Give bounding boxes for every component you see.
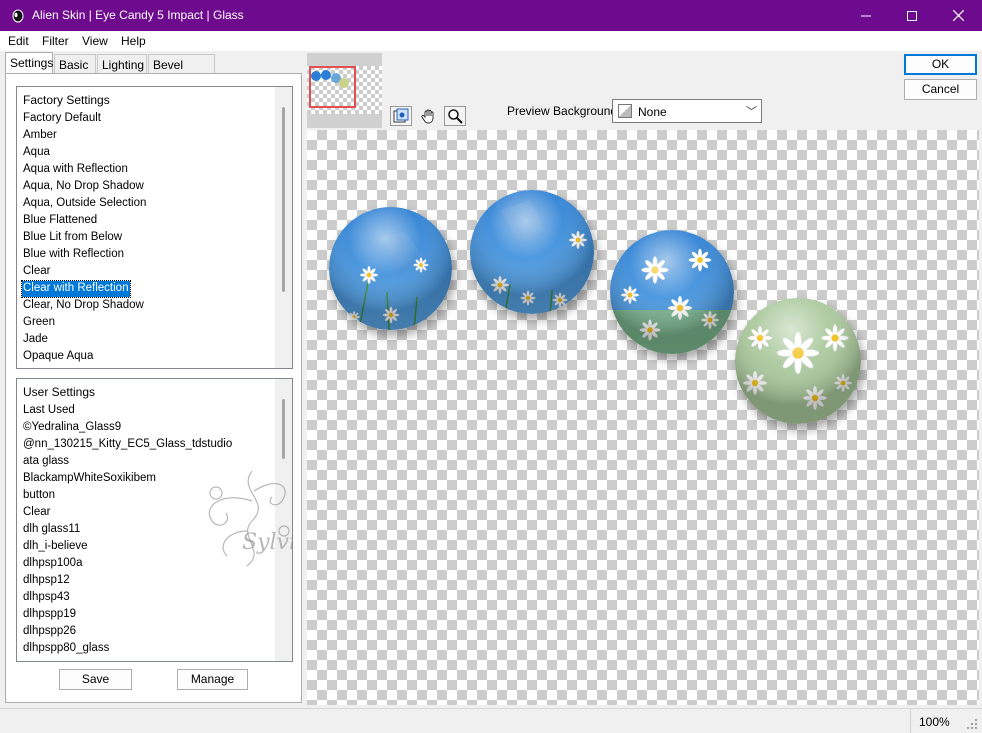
- list-item[interactable]: Aqua with Reflection: [22, 162, 130, 178]
- list-item[interactable]: Blue Flattened: [22, 213, 99, 229]
- user-settings-header: User Settings: [23, 385, 96, 399]
- status-bar: 100%: [0, 708, 982, 733]
- glass-globe-3: [610, 230, 734, 354]
- list-item[interactable]: dlhpspp80_glass: [22, 641, 111, 657]
- list-item[interactable]: @nn_130215_Kitty_EC5_Glass_tdstudio: [22, 437, 234, 453]
- list-item[interactable]: button: [22, 488, 57, 504]
- hand-pan-icon: [421, 109, 434, 124]
- list-item[interactable]: Aqua, Outside Selection: [22, 196, 148, 212]
- list-item[interactable]: Aqua, No Drop Shadow: [22, 179, 146, 195]
- preview-background-value: None: [638, 105, 667, 119]
- close-icon: [952, 10, 964, 21]
- list-item[interactable]: Last Used: [22, 403, 77, 419]
- chevron-down-icon: ﹀: [746, 106, 757, 118]
- maximize-button[interactable]: [889, 0, 935, 31]
- menu-help[interactable]: Help: [121, 34, 146, 48]
- list-item[interactable]: Blue Lit from Below: [22, 230, 124, 246]
- navigate-preview-icon: [393, 108, 409, 123]
- list-item[interactable]: BlackampWhiteSoxikibem: [22, 471, 158, 487]
- scrollbar-thumb[interactable]: [282, 107, 285, 292]
- list-item[interactable]: dlhpsp12: [22, 573, 72, 589]
- list-item[interactable]: Blue with Reflection: [22, 247, 126, 263]
- glass-globe-1: [329, 207, 452, 330]
- maximize-icon: [907, 10, 917, 21]
- tab-basic[interactable]: Basic: [54, 54, 96, 74]
- save-button[interactable]: Save: [59, 669, 132, 690]
- watermark-flourish: Sylviane: [208, 470, 293, 567]
- preview-canvas[interactable]: [307, 130, 979, 705]
- close-button[interactable]: [935, 0, 981, 31]
- tab-lighting[interactable]: Lighting: [97, 54, 147, 74]
- menu-filter[interactable]: Filter: [42, 34, 69, 48]
- resize-grip-icon[interactable]: [966, 718, 978, 730]
- factory-settings-list[interactable]: Factory Settings Factory Default Amber Aqu…: [16, 86, 293, 369]
- alien-skin-app-icon: [12, 9, 24, 23]
- list-item[interactable]: dlhpsp100a: [22, 556, 84, 572]
- menu-view[interactable]: View: [82, 34, 108, 48]
- list-item[interactable]: dlh_i-believe: [22, 539, 90, 555]
- navigate-preview-button[interactable]: [390, 106, 412, 126]
- hand-pan-button[interactable]: [418, 106, 440, 126]
- list-item[interactable]: dlhpsp43: [22, 590, 72, 606]
- list-item[interactable]: Green: [22, 315, 57, 331]
- menu-edit[interactable]: Edit: [8, 34, 29, 48]
- list-item[interactable]: dlhpspp26: [22, 624, 78, 640]
- menu-bar: Edit Filter View Help: [0, 31, 982, 51]
- list-item[interactable]: Clear: [22, 505, 52, 521]
- navigator-viewport-rect[interactable]: [309, 66, 356, 108]
- minimize-icon: [861, 15, 871, 16]
- tab-settings[interactable]: Settings: [5, 52, 53, 74]
- watermark-text: Sylviane: [242, 530, 293, 555]
- settings-panel: Factory Settings Factory Default Amber Aqu…: [5, 73, 302, 703]
- list-item[interactable]: Amber: [22, 128, 59, 144]
- list-item[interactable]: Jade: [22, 332, 50, 348]
- list-item[interactable]: Clear: [22, 264, 52, 280]
- factory-settings-header: Factory Settings: [23, 93, 110, 107]
- glass-globe-4: [735, 298, 861, 424]
- tab-bevel-profile[interactable]: Bevel Profile: [148, 54, 215, 86]
- scrollbar-thumb[interactable]: [282, 399, 285, 459]
- list-item[interactable]: Factory Default: [22, 111, 103, 127]
- list-item[interactable]: ©Yedralina_Glass9: [22, 420, 123, 436]
- background-swatch-icon: [618, 104, 632, 118]
- title-bar: Alien Skin | Eye Candy 5 Impact | Glass: [0, 0, 982, 31]
- preview-background-select[interactable]: None ﹀: [612, 99, 762, 123]
- manage-button[interactable]: Manage: [177, 669, 248, 690]
- list-item[interactable]: ata glass: [22, 454, 71, 470]
- list-item[interactable]: dlhpspp19: [22, 607, 78, 623]
- zoom-level: 100%: [910, 709, 960, 733]
- preview-navigator[interactable]: [307, 53, 382, 128]
- list-item[interactable]: Clear with Reflection: [20, 280, 132, 298]
- glass-globe-2: [470, 190, 594, 314]
- list-item[interactable]: Opaque Aqua: [22, 349, 95, 365]
- list-item[interactable]: Clear, No Drop Shadow: [22, 298, 146, 314]
- preview-background-label: Preview Background:: [507, 104, 621, 118]
- window-title: Alien Skin | Eye Candy 5 Impact | Glass: [32, 8, 244, 22]
- factory-settings-scrollbar[interactable]: [275, 87, 292, 368]
- user-settings-list[interactable]: User Settings Sylviane Last Used ©Yedrali…: [16, 378, 293, 662]
- ok-button[interactable]: OK: [904, 54, 977, 75]
- minimize-button[interactable]: [843, 0, 889, 31]
- list-item[interactable]: dlh glass11: [22, 522, 82, 538]
- zoom-magnifier-icon: [448, 109, 463, 124]
- list-item[interactable]: Aqua: [22, 145, 52, 161]
- cancel-button[interactable]: Cancel: [904, 79, 977, 100]
- zoom-button[interactable]: [444, 106, 466, 126]
